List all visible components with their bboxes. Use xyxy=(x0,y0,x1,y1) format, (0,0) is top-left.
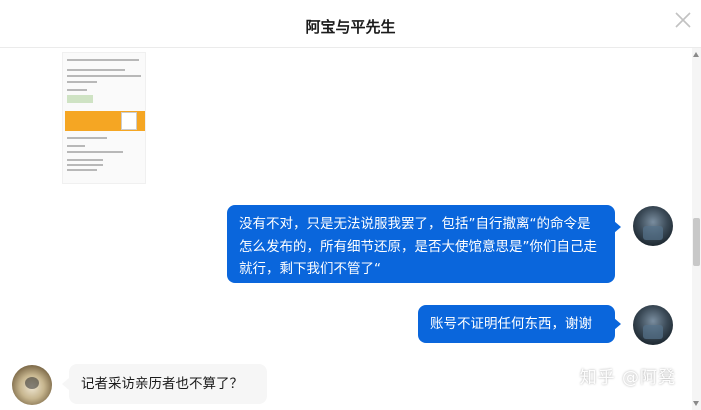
chat-title: 阿宝与平先生 xyxy=(305,18,396,36)
chat-header: 阿宝与平先生 xyxy=(0,0,701,48)
message-text: 账号不证明任何东西，谢谢 xyxy=(430,316,592,332)
message-list[interactable]: 没有不对，只是无法说服我罢了，包括”自行撤离“的命令是怎么发布的，所有细节还原，… xyxy=(0,48,692,410)
bubble-tail xyxy=(614,318,621,330)
bubble-tail xyxy=(62,378,69,390)
message-text: 没有不对，只是无法说服我罢了，包括”自行撤离“的命令是怎么发布的，所有细节还原，… xyxy=(239,216,597,277)
contact-avatar[interactable] xyxy=(12,365,52,405)
message-text: 记者采访亲历者也不算了？ xyxy=(81,376,243,392)
outgoing-message-bubble: 没有不对，只是无法说服我罢了，包括”自行撤离“的命令是怎么发布的，所有细节还原，… xyxy=(227,205,615,283)
scroll-down-arrow-icon[interactable] xyxy=(693,401,699,406)
incoming-message-bubble: 记者采访亲历者也不算了？ xyxy=(69,364,267,404)
bubble-tail xyxy=(614,221,621,233)
my-avatar[interactable] xyxy=(633,206,673,246)
outgoing-message-bubble: 账号不证明任何东西，谢谢 xyxy=(418,305,615,343)
watermark: 知乎 @阿凳 xyxy=(579,368,676,388)
close-icon[interactable] xyxy=(673,10,693,30)
scrollbar[interactable] xyxy=(692,48,701,410)
scrollbar-thumb[interactable] xyxy=(693,218,700,266)
shared-screenshot-image[interactable] xyxy=(62,52,146,184)
my-avatar[interactable] xyxy=(633,305,673,345)
scroll-up-arrow-icon[interactable] xyxy=(693,52,699,57)
